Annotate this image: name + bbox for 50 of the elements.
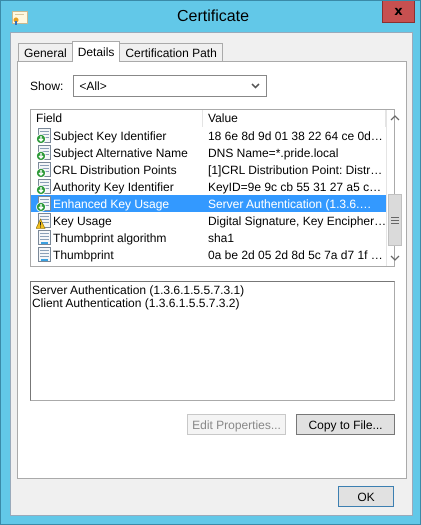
field-value: DNS Name=*.pride.local (207, 146, 340, 160)
show-dropdown[interactable]: <All> (73, 75, 268, 97)
close-button[interactable]: x (382, 1, 415, 23)
document-icon (36, 246, 52, 262)
field-row[interactable]: Subject Key Identifier 18 6e 8d 9d 01 38 22 64 ce 0d… (31, 127, 386, 144)
tab[interactable]: Certification Path (119, 43, 223, 61)
show-label: Show: (30, 79, 64, 93)
download-document-icon (36, 178, 52, 194)
window-title: Certificate (176, 8, 250, 26)
field-name: Thumbprint algorithm (53, 230, 166, 244)
ok-button[interactable]: OK (338, 486, 394, 507)
field-row[interactable]: Thumbprint algorithm sha1 (31, 229, 386, 246)
field-row[interactable]: Authority Key Identifier KeyID=9e 9c cb 55 31 27 a5 c… (31, 178, 386, 195)
detail-line: Client Authentication (1.3.6.1.5.5.7.3.2) (32, 297, 240, 310)
field-name: Subject Alternative Name (53, 146, 188, 160)
field-value: 0a be 2d 05 2d 8d 5c 7a d7 1f … (207, 248, 384, 262)
field-value: [1]CRL Distribution Point: Distr… (207, 162, 384, 176)
column-header[interactable]: Field (31, 110, 203, 127)
grip-icon (391, 216, 400, 224)
tab[interactable]: Details (72, 41, 120, 62)
field-value: Server Authentication (1.3.6.… (207, 196, 372, 210)
field-name: Authority Key Identifier (53, 180, 174, 194)
column-header[interactable]: Value (203, 110, 386, 127)
field-row[interactable]: Subject Alternative Name DNS Name=*.pride.local (31, 144, 386, 161)
download-document-icon (36, 196, 52, 212)
field-value: sha1 (207, 230, 236, 244)
warning-document-icon (36, 212, 52, 228)
field-name: CRL Distribution Points (53, 162, 177, 176)
chevron-down-icon (251, 83, 260, 89)
field-value: Digital Signature, Key Encipher… (207, 214, 386, 228)
field-row[interactable]: CRL Distribution Points [1]CRL Distribution Point: Distr… (31, 161, 386, 178)
scroll-thumb[interactable] (388, 194, 402, 246)
field-row[interactable]: Thumbprint 0a be 2d 05 2d 8d 5c 7a d7 1f … (31, 246, 386, 263)
download-document-icon (36, 162, 52, 178)
download-document-icon (36, 144, 52, 160)
value-details-box[interactable]: Server Authentication (1.3.6.1.5.5.7.3.1) Client Authentication (1.3.6.1.5.5.7.3.2) (30, 281, 395, 401)
field-row[interactable]: Key Usage Digital Signature, Key Encipher… (31, 212, 386, 229)
certificate-icon (12, 11, 28, 25)
download-document-icon (36, 128, 52, 144)
field-name: Enhanced Key Usage (53, 196, 170, 210)
tab[interactable]: General (18, 43, 73, 61)
field-name: Thumbprint (53, 248, 114, 262)
field-value: KeyID=9e 9c cb 55 31 27 a5 c… (207, 180, 382, 194)
field-value: 18 6e 8d 9d 01 38 22 64 ce 0d… (207, 128, 384, 142)
field-name: Subject Key Identifier (53, 128, 166, 142)
dialog-button[interactable]: Copy to File... (296, 414, 395, 435)
scrollbar[interactable] (386, 110, 404, 266)
detail-line: Server Authentication (1.3.6.1.5.5.7.3.1) (32, 284, 246, 297)
field-name: Key Usage (53, 214, 112, 228)
document-icon (36, 230, 52, 246)
